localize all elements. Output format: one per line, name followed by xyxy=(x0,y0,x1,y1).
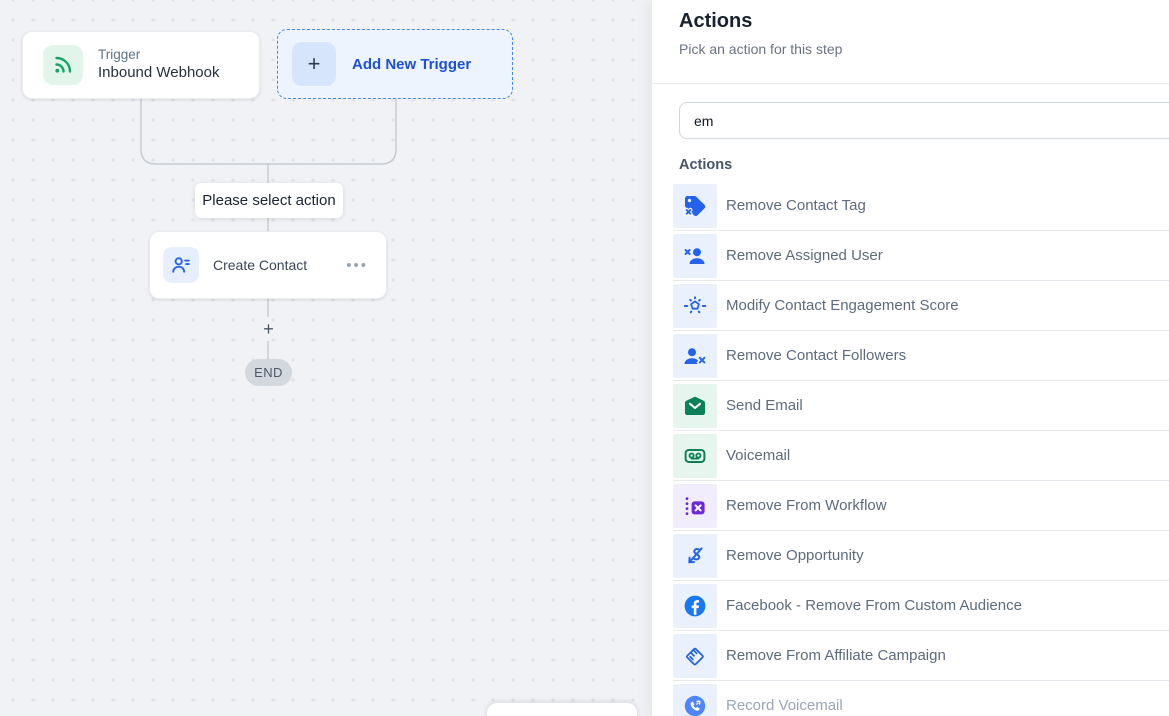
action-item-label: Remove From Affiliate Campaign xyxy=(726,647,946,664)
tag-remove-icon xyxy=(673,184,717,228)
action-item[interactable]: Remove Opportunity xyxy=(673,531,1169,581)
action-item[interactable]: Remove From Affiliate Campaign xyxy=(673,631,1169,681)
create-contact-node[interactable]: Create Contact ••• xyxy=(149,231,387,299)
action-item-label: Voicemail xyxy=(726,447,790,464)
workflow-builder: Trigger Inbound Webhook + Add New Trigge… xyxy=(0,0,1169,716)
send-email-icon xyxy=(673,384,717,428)
action-item[interactable]: Record Voicemail xyxy=(673,681,1169,716)
actions-section-label: Actions xyxy=(679,157,1169,173)
action-item[interactable]: Modify Contact Engagement Score xyxy=(673,281,1169,331)
workflow-remove-icon xyxy=(673,484,717,528)
canvas-bottom-toolbar[interactable] xyxy=(487,703,637,716)
action-item-label: Remove Opportunity xyxy=(726,547,864,564)
user-remove-icon xyxy=(673,234,717,278)
followers-remove-icon xyxy=(673,334,717,378)
handshake-icon xyxy=(673,634,717,678)
opportunity-remove-icon xyxy=(673,534,717,578)
action-item[interactable]: Remove Assigned User xyxy=(673,231,1169,281)
create-contact-icon xyxy=(163,247,199,283)
trigger-kind-label: Trigger xyxy=(98,47,220,64)
action-item[interactable]: Remove Contact Tag xyxy=(673,181,1169,231)
connector-lines xyxy=(0,0,651,716)
actions-panel: Actions Pick an action for this step Act… xyxy=(651,0,1169,716)
action-item[interactable]: Facebook - Remove From Custom Audience xyxy=(673,581,1169,631)
add-step-button[interactable]: + xyxy=(256,318,281,340)
add-new-trigger-label: Add New Trigger xyxy=(352,56,471,73)
action-item-label: Remove Assigned User xyxy=(726,247,883,264)
end-badge: END xyxy=(245,359,292,386)
action-item-label: Record Voicemail xyxy=(726,697,843,714)
webhook-trigger-icon xyxy=(43,45,83,85)
trigger-name-label: Inbound Webhook xyxy=(98,64,220,83)
action-list: Remove Contact Tag Remove Assigned User … xyxy=(673,181,1169,716)
voicemail-icon xyxy=(673,434,717,478)
select-action-hint: Please select action xyxy=(195,183,343,218)
create-contact-label: Create Contact xyxy=(213,257,342,273)
panel-subtitle: Pick an action for this step xyxy=(679,41,1142,57)
plus-icon: + xyxy=(292,42,336,86)
add-new-trigger-button[interactable]: + Add New Trigger xyxy=(277,29,513,99)
action-item[interactable]: Remove Contact Followers xyxy=(673,331,1169,381)
engagement-score-icon xyxy=(673,284,717,328)
action-item[interactable]: Send Email xyxy=(673,381,1169,431)
action-search-input[interactable] xyxy=(679,102,1169,139)
action-item-label: Facebook - Remove From Custom Audience xyxy=(726,597,1022,614)
node-menu-button[interactable]: ••• xyxy=(342,255,372,276)
action-item[interactable]: Voicemail xyxy=(673,431,1169,481)
action-item-label: Remove Contact Tag xyxy=(726,197,866,214)
workflow-canvas[interactable]: Trigger Inbound Webhook + Add New Trigge… xyxy=(0,0,651,716)
trigger-node[interactable]: Trigger Inbound Webhook xyxy=(22,31,260,99)
action-item-label: Remove Contact Followers xyxy=(726,347,906,364)
record-voicemail-icon xyxy=(673,684,717,716)
action-item[interactable]: Remove From Workflow xyxy=(673,481,1169,531)
action-item-label: Modify Contact Engagement Score xyxy=(726,297,959,314)
action-item-label: Send Email xyxy=(726,397,803,414)
panel-title: Actions xyxy=(679,10,1142,33)
action-item-label: Remove From Workflow xyxy=(726,497,887,514)
facebook-icon xyxy=(673,584,717,628)
